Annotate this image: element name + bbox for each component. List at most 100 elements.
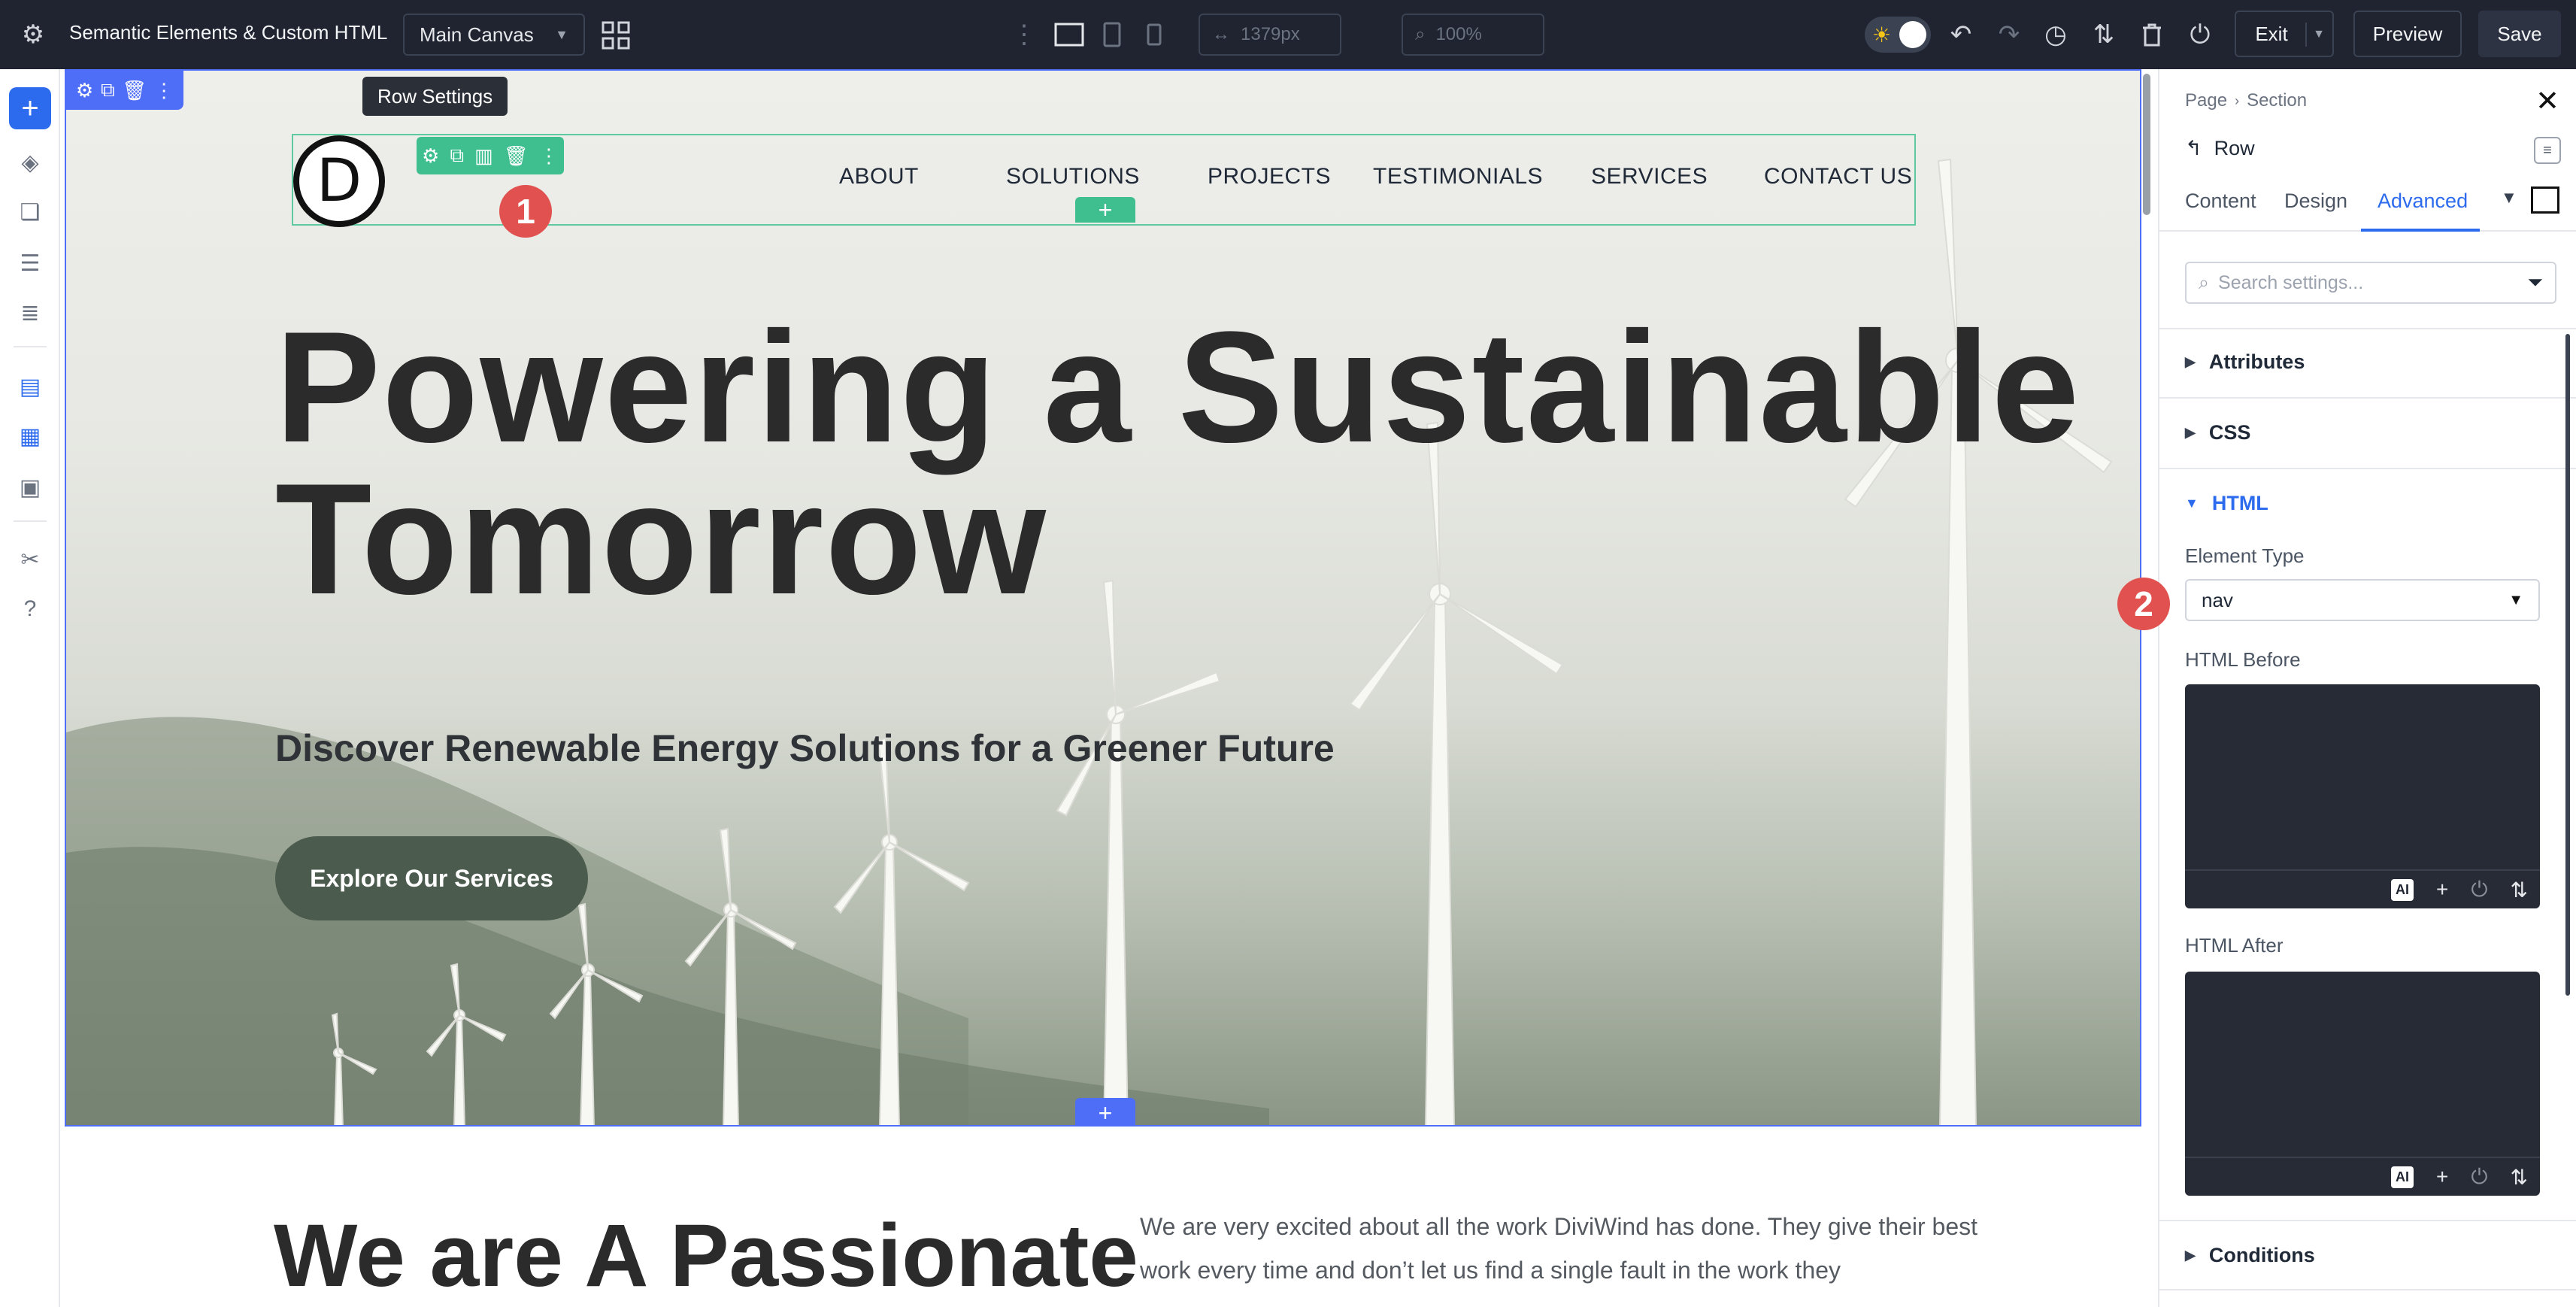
canvas-width-field[interactable]: ↔ 1379px (1199, 14, 1341, 56)
plus-icon[interactable]: + (2436, 1165, 2448, 1189)
hero-section[interactable]: ⚙ ⧉ 🗑 ⋮ Row Settings D ⚙ ⧉ ▥ 🗑 ⋮ ABOUT S… (65, 69, 2141, 1127)
breadcrumb: Page › Section (2185, 90, 2307, 111)
nav-link-projects[interactable]: PROJECTS (1208, 164, 1331, 190)
explore-services-button[interactable]: Explore Our Services (275, 836, 588, 920)
more-vertical-icon[interactable]: ⋮ (1011, 20, 1037, 50)
box-view-icon[interactable] (2531, 186, 2559, 214)
panel-options-icon[interactable]: ≡ (2534, 137, 2561, 164)
save-button[interactable]: Save (2478, 11, 2561, 57)
add-module-button[interactable]: + (9, 87, 51, 129)
theme-toggle[interactable]: ☀ (1865, 17, 1931, 53)
settings-search-input[interactable]: ⌕ Search settings... ⏷ (2185, 262, 2556, 304)
ai-button[interactable]: AI (2391, 1166, 2414, 1188)
canvas-select-value: Main Canvas (420, 23, 534, 46)
page-settings-icon[interactable]: ≣ (12, 295, 48, 331)
about-heading[interactable]: We are A Passionate (274, 1205, 1138, 1307)
more-vertical-icon[interactable]: ⋮ (539, 144, 559, 168)
css-toggle[interactable]: ▶ CSS (2185, 421, 2250, 444)
zoom-value: 100% (1435, 24, 1482, 44)
tab-design[interactable]: Design (2284, 190, 2347, 213)
history-icon[interactable]: ◷ (2039, 18, 2072, 51)
add-row-button[interactable]: + (1075, 196, 1135, 223)
sort-arrows-icon[interactable]: ⇅ (2087, 18, 2120, 51)
hero-title[interactable]: Powering a Sustainable Tomorrow (275, 308, 2080, 627)
plus-icon[interactable]: + (2436, 878, 2448, 902)
more-vertical-icon[interactable]: ⋮ (154, 79, 174, 102)
chevron-down-icon: ▼ (555, 26, 568, 42)
divider (2159, 468, 2576, 469)
gear-icon[interactable]: ⚙ (17, 18, 50, 51)
help-icon[interactable]: ? (12, 591, 48, 627)
add-section-button[interactable]: + (1075, 1098, 1135, 1125)
nav-link-services[interactable]: SERVICES (1591, 164, 1708, 190)
settings-tabs: Content Design Advanced ▼ (2159, 173, 2576, 232)
canvas-select[interactable]: Main Canvas ▼ (403, 14, 585, 56)
duplicate-icon[interactable]: ⧉ (450, 144, 464, 168)
divider (2159, 397, 2576, 399)
top-toolbar: ⚙ Semantic Elements & Custom HTML Main C… (0, 0, 2576, 69)
exit-label: Exit (2255, 22, 2288, 45)
duplicate-icon[interactable]: ⧉ (101, 78, 115, 102)
power-icon[interactable]: ⏻ (2471, 1165, 2487, 1190)
tab-advanced[interactable]: Advanced (2377, 190, 2468, 213)
hero-title-line-2: Tomorrow (275, 450, 1048, 627)
nav-link-about[interactable]: ABOUT (839, 164, 919, 190)
back-icon[interactable]: ↰ (2185, 137, 2202, 160)
redo-icon[interactable]: ↷ (1993, 18, 2026, 51)
hero-subtitle[interactable]: Discover Renewable Energy Solutions for … (275, 726, 1335, 770)
trash-icon[interactable]: 🗑 (504, 144, 529, 168)
columns-icon[interactable]: ▥ (474, 144, 493, 168)
tab-content[interactable]: Content (2185, 190, 2256, 213)
breadcrumb-page[interactable]: Page (2185, 90, 2227, 111)
preview-button[interactable]: Preview (2353, 11, 2462, 57)
database-icon[interactable]: ☰ (12, 245, 48, 281)
row-toolbar: ⚙ ⧉ ▥ 🗑 ⋮ (417, 137, 564, 174)
filter-icon[interactable]: ⏷ (2527, 271, 2543, 295)
html-before-editor[interactable]: AI + ⏻ ⇅ (2185, 684, 2540, 908)
chevron-down-icon[interactable]: ▼ (2501, 188, 2517, 208)
nav-link-solutions[interactable]: SOLUTIONS (1006, 164, 1140, 190)
attributes-toggle[interactable]: ▶ Attributes (2185, 350, 2305, 374)
sidebar-divider (14, 346, 47, 347)
gear-icon[interactable]: ⚙ (422, 144, 439, 168)
step-badge-1: 1 (499, 185, 552, 238)
panel-title: ↰ Row (2185, 137, 2255, 160)
theme-builder-icon[interactable]: ▤ (12, 368, 48, 405)
power-icon[interactable]: ⏻ (2471, 878, 2487, 902)
site-logo[interactable]: D (293, 135, 385, 227)
conditions-toggle[interactable]: ▶ Conditions (2185, 1244, 2315, 1267)
library-icon[interactable]: ❏ (12, 194, 48, 230)
html-after-editor[interactable]: AI + ⏻ ⇅ (2185, 972, 2540, 1196)
close-icon[interactable]: ✕ (2535, 84, 2559, 118)
gear-icon[interactable]: ⚙ (76, 79, 93, 102)
sort-arrows-icon[interactable]: ⇅ (2511, 878, 2528, 902)
desktop-view-icon[interactable] (1053, 21, 1086, 48)
toggle-knob (1899, 21, 1926, 48)
about-paragraph[interactable]: We are very excited about all the work D… (1140, 1205, 2012, 1292)
ai-button[interactable]: AI (2391, 878, 2414, 901)
trash-icon[interactable] (2135, 18, 2168, 51)
tools-icon[interactable]: ✂ (12, 541, 48, 578)
html-toggle[interactable]: ▼ HTML (2185, 492, 2268, 515)
sort-arrows-icon[interactable]: ⇅ (2511, 1165, 2528, 1190)
canvas-scrollbar[interactable] (2143, 74, 2150, 215)
tablet-view-icon[interactable] (1101, 20, 1123, 50)
panel-scrollbar[interactable] (2565, 334, 2570, 996)
breadcrumb-section[interactable]: Section (2247, 90, 2307, 111)
section-toolbar: ⚙ ⧉ 🗑 ⋮ (66, 71, 183, 110)
nav-link-testimonials[interactable]: TESTIMONIALS (1373, 164, 1543, 190)
portability-icon[interactable]: ▣ (12, 469, 48, 505)
templates-icon[interactable]: ▦ (12, 418, 48, 454)
save-label: Save (2497, 22, 2542, 45)
trash-icon[interactable]: 🗑 (122, 79, 147, 102)
exit-dropdown-icon[interactable]: ▼ (2305, 23, 2331, 47)
power-icon[interactable]: ⏻ (2184, 18, 2217, 51)
nav-link-contact[interactable]: CONTACT US (1764, 164, 1912, 190)
undo-icon[interactable]: ↶ (1944, 18, 1977, 51)
grid-icon[interactable] (599, 18, 633, 53)
zoom-field[interactable]: ⌕ 100% (1402, 14, 1544, 56)
phone-view-icon[interactable] (1143, 21, 1165, 48)
layers-icon[interactable]: ◈ (12, 144, 48, 180)
html-after-label: HTML After (2185, 934, 2284, 957)
element-type-select[interactable]: nav ▼ (2185, 579, 2540, 621)
